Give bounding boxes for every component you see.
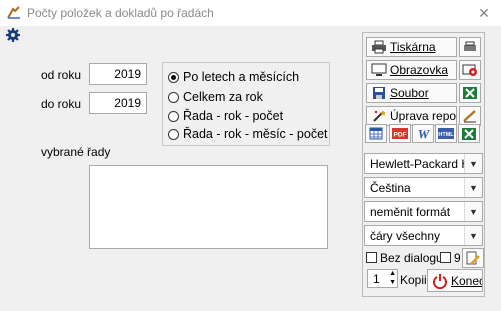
lines-select[interactable]: čáry všechny ▼ — [364, 225, 483, 246]
printer-select[interactable]: Hewlett-Packard HP ▼ — [364, 153, 483, 174]
pdf-icon: PDF — [392, 128, 408, 139]
close-button[interactable]: ✕ — [476, 5, 492, 21]
save-icon — [373, 87, 385, 99]
svg-text:HTML: HTML — [438, 132, 454, 138]
gear-icon[interactable] — [5, 27, 21, 43]
chevron-down-icon[interactable]: ▼ — [464, 154, 482, 173]
printer-label: Tiskárna — [390, 40, 436, 54]
series-label: vybrané řady — [41, 145, 111, 159]
report-designer-button[interactable] — [459, 106, 481, 126]
option-label: Řada - rok - počet — [183, 109, 284, 123]
word-export-button[interactable]: W — [412, 124, 434, 143]
excel-export-button[interactable] — [459, 83, 481, 103]
copies-label: Kopii — [400, 273, 427, 287]
radio[interactable] — [168, 128, 179, 140]
copies-value: 1 — [373, 272, 380, 286]
app-icon — [7, 6, 20, 19]
radio[interactable] — [168, 91, 179, 103]
calendar-button[interactable] — [365, 124, 387, 143]
chevron-down-icon[interactable]: ▼ — [464, 202, 482, 221]
to-year-label: do roku — [41, 97, 82, 111]
email-icon — [462, 64, 477, 76]
stepper-up-icon[interactable]: ▲ — [389, 270, 396, 278]
format-select-value: neměnit formát — [370, 204, 451, 219]
printer-setup-button[interactable] — [459, 37, 481, 57]
svg-text:W: W — [417, 127, 430, 140]
edit-doc-icon — [466, 251, 480, 265]
from-year-input[interactable]: 2019 — [89, 63, 147, 85]
edit-report-label: Úprava repor — [390, 109, 457, 123]
from-year-label: od roku — [41, 68, 82, 82]
language-select[interactable]: Čeština ▼ — [364, 177, 483, 198]
monitor-icon — [371, 63, 387, 76]
option-by-years-months[interactable]: Po letech a měsících — [168, 70, 299, 84]
word-icon: W — [417, 127, 430, 140]
lines-select-value: čáry všechny — [370, 228, 441, 243]
pencil-ruler-icon — [463, 110, 476, 123]
printer-button[interactable]: Tiskárna — [366, 37, 457, 57]
option-label: Po letech a měsících — [183, 70, 300, 84]
svg-text:PDF: PDF — [394, 132, 407, 139]
option-series-year-count[interactable]: Řada - rok - počet — [168, 109, 283, 123]
end-label: Konec — [451, 273, 483, 288]
excel-icon — [463, 87, 477, 99]
html-icon: HTML — [438, 128, 454, 139]
nine-checkbox[interactable] — [440, 252, 451, 263]
language-select-value: Čeština — [370, 180, 411, 195]
format-select[interactable]: neměnit formát ▼ — [364, 201, 483, 222]
radio[interactable] — [168, 110, 179, 122]
radio-selected[interactable] — [168, 71, 179, 83]
excel-export-button-2[interactable] — [458, 124, 480, 143]
calendar-icon — [369, 127, 383, 140]
option-label: Celkem za rok — [183, 90, 263, 104]
copies-stepper[interactable]: 1 ▲ ▼ — [367, 269, 398, 288]
wand-icon — [373, 110, 386, 122]
series-textarea[interactable] — [89, 165, 328, 249]
report-type-group: Po letech a měsících Celkem za rok Řada … — [162, 62, 330, 146]
printer-icon — [372, 40, 386, 54]
option-label: Řada - rok - měsíc - počet — [183, 127, 328, 141]
print-preview-button[interactable] — [462, 248, 484, 268]
printer-select-value: Hewlett-Packard HP — [370, 156, 479, 171]
title-bar: Počty položek a dokladů po řadách ✕ — [0, 0, 501, 26]
html-export-button[interactable]: HTML — [435, 124, 457, 143]
screen-label: Obrazovka — [390, 63, 449, 77]
pdf-export-button[interactable]: PDF — [389, 124, 411, 143]
nine-label: 9 — [454, 251, 461, 265]
excel-icon — [462, 127, 476, 140]
option-total-per-year[interactable]: Celkem za rok — [168, 90, 263, 104]
screen-button[interactable]: Obrazovka — [366, 60, 457, 80]
file-button[interactable]: Soubor — [366, 83, 457, 103]
window-title: Počty položek a dokladů po řadách — [27, 6, 214, 20]
file-label: Soubor — [390, 86, 429, 100]
to-year-input[interactable]: 2019 — [89, 92, 147, 114]
option-series-year-month-count[interactable]: Řada - rok - měsíc - počet — [168, 127, 328, 141]
printer-setup-icon — [464, 41, 476, 51]
edit-report-button[interactable]: Úprava repor — [366, 106, 457, 126]
end-button[interactable]: Konec — [427, 269, 483, 292]
chevron-down-icon[interactable]: ▼ — [464, 178, 482, 197]
no-dialog-label: Bez dialogu — [380, 251, 443, 265]
email-button[interactable] — [459, 60, 481, 80]
chevron-down-icon[interactable]: ▼ — [464, 226, 482, 245]
stepper-down-icon[interactable]: ▼ — [389, 279, 396, 287]
no-dialog-checkbox[interactable] — [366, 252, 377, 263]
power-icon — [433, 273, 447, 289]
